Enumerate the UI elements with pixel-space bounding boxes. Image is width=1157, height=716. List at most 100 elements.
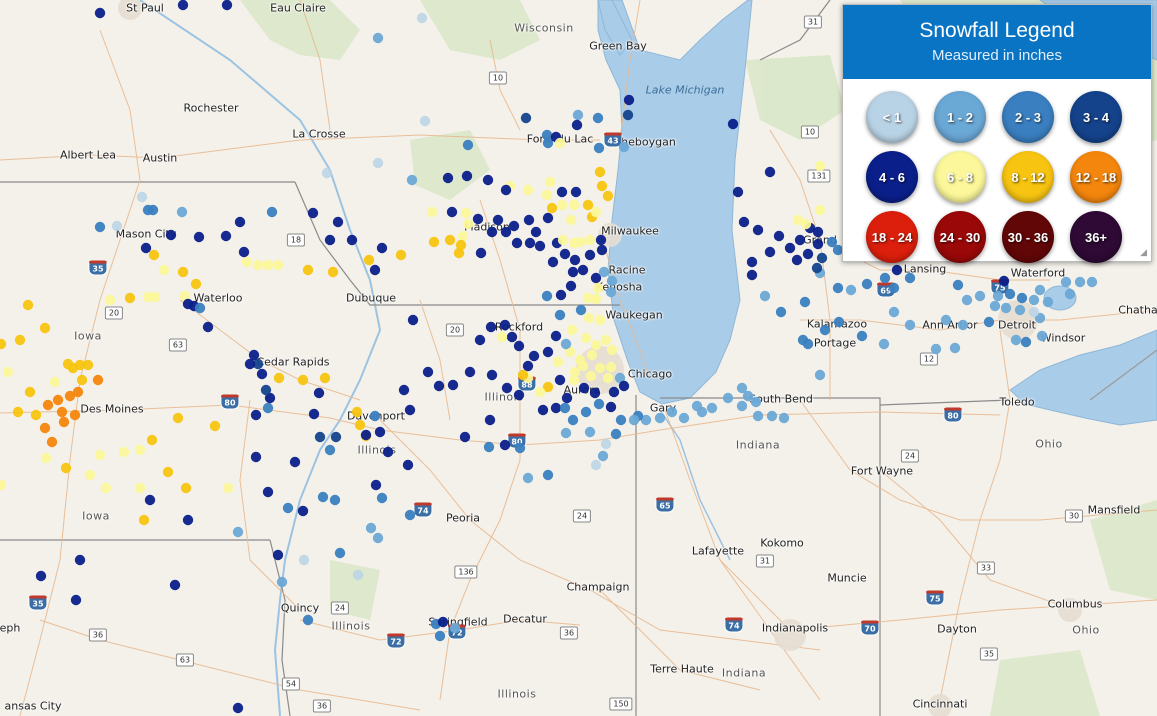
snowfall-point[interactable]	[351, 406, 363, 418]
legend-swatch[interactable]: 4 - 6	[866, 151, 918, 203]
snowfall-point[interactable]	[517, 369, 529, 381]
snowfall-point[interactable]	[499, 439, 511, 451]
snowfall-point[interactable]	[104, 294, 116, 306]
snowfall-point[interactable]	[590, 293, 602, 305]
snowfall-point[interactable]	[165, 229, 177, 241]
snowfall-point[interactable]	[904, 319, 916, 331]
snowfall-point[interactable]	[194, 302, 206, 314]
snowfall-point[interactable]	[600, 438, 612, 450]
snowfall-point[interactable]	[273, 372, 285, 384]
snowfall-point[interactable]	[575, 304, 587, 316]
snowfall-point[interactable]	[759, 290, 771, 302]
snowfall-point[interactable]	[262, 486, 274, 498]
snowfall-point[interactable]	[590, 459, 602, 471]
snowfall-point[interactable]	[794, 234, 806, 246]
snowfall-point[interactable]	[209, 420, 221, 432]
snowfall-point[interactable]	[528, 350, 540, 362]
snowfall-point[interactable]	[464, 366, 476, 378]
snowfall-point[interactable]	[814, 369, 826, 381]
snowfall-point[interactable]	[262, 402, 274, 414]
snowfall-point[interactable]	[94, 449, 106, 461]
snowfall-point[interactable]	[957, 319, 969, 331]
snowfall-point[interactable]	[321, 167, 333, 179]
snowfall-point[interactable]	[428, 236, 440, 248]
snowfall-point[interactable]	[372, 532, 384, 544]
snowfall-point[interactable]	[234, 216, 246, 228]
snowfall-point[interactable]	[250, 451, 262, 463]
snowfall-point[interactable]	[94, 7, 106, 19]
snowfall-point[interactable]	[138, 514, 150, 526]
snowfall-point[interactable]	[583, 312, 595, 324]
snowfall-point[interactable]	[961, 294, 973, 306]
snowfall-point[interactable]	[752, 224, 764, 236]
snowfall-point[interactable]	[506, 331, 518, 343]
snowfall-point[interactable]	[260, 384, 272, 396]
snowfall-point[interactable]	[492, 214, 504, 226]
snowfall-point[interactable]	[752, 410, 764, 422]
snowfall-point[interactable]	[69, 409, 81, 421]
legend-swatch[interactable]: 18 - 24	[866, 211, 918, 263]
snowfall-point[interactable]	[46, 436, 58, 448]
snowfall-point[interactable]	[514, 442, 526, 454]
snowfall-point[interactable]	[584, 426, 596, 438]
snowfall-point[interactable]	[462, 139, 474, 151]
snowfall-point[interactable]	[1042, 296, 1054, 308]
snowfall-point[interactable]	[334, 547, 346, 559]
snowfall-point[interactable]	[298, 554, 310, 566]
snowfall-point[interactable]	[308, 408, 320, 420]
snowfall-point[interactable]	[327, 266, 339, 278]
snowfall-point[interactable]	[522, 472, 534, 484]
snowfall-point[interactable]	[750, 396, 762, 408]
snowfall-point[interactable]	[989, 300, 1001, 312]
snowfall-point[interactable]	[1004, 288, 1016, 300]
snowfall-point[interactable]	[736, 400, 748, 412]
snowfall-point[interactable]	[940, 314, 952, 326]
snowfall-point[interactable]	[778, 412, 790, 424]
snowfall-point[interactable]	[49, 376, 61, 388]
snowfall-point[interactable]	[602, 190, 614, 202]
snowfall-point[interactable]	[654, 412, 666, 424]
snowfall-point[interactable]	[998, 275, 1010, 287]
snowfall-point[interactable]	[496, 331, 508, 343]
snowfall-point[interactable]	[513, 389, 525, 401]
snowfall-point[interactable]	[1000, 302, 1012, 314]
snowfall-point[interactable]	[802, 338, 814, 350]
snowfall-point[interactable]	[146, 434, 158, 446]
snowfall-point[interactable]	[406, 174, 418, 186]
snowfall-point[interactable]	[1016, 292, 1028, 304]
snowfall-point[interactable]	[556, 186, 568, 198]
snowfall-point[interactable]	[434, 630, 446, 642]
snowfall-point[interactable]	[426, 206, 438, 218]
snowfall-point[interactable]	[773, 230, 785, 242]
legend-swatch[interactable]: 1 - 2	[934, 91, 986, 143]
snowfall-point[interactable]	[513, 340, 525, 352]
snowfall-point[interactable]	[554, 309, 566, 321]
snowfall-point[interactable]	[484, 414, 496, 426]
snowfall-point[interactable]	[791, 254, 803, 266]
snowfall-point[interactable]	[833, 316, 845, 328]
snowfall-point[interactable]	[585, 370, 597, 382]
snowfall-point[interactable]	[317, 491, 329, 503]
snowfall-point[interactable]	[64, 390, 76, 402]
legend-swatch[interactable]: 12 - 18	[1070, 151, 1122, 203]
snowfall-point[interactable]	[457, 230, 469, 242]
snowfall-point[interactable]	[134, 482, 146, 494]
snowfall-point[interactable]	[369, 264, 381, 276]
snowfall-point[interactable]	[14, 334, 26, 346]
snowfall-point[interactable]	[605, 401, 617, 413]
snowfall-point[interactable]	[1010, 334, 1022, 346]
snowfall-point[interactable]	[297, 374, 309, 386]
snowfall-point[interactable]	[952, 279, 964, 291]
snowfall-point[interactable]	[534, 240, 546, 252]
snowfall-point[interactable]	[565, 280, 577, 292]
snowfall-point[interactable]	[766, 410, 778, 422]
snowfall-point[interactable]	[949, 342, 961, 354]
snowfall-point[interactable]	[524, 237, 536, 249]
snowfall-point[interactable]	[369, 410, 381, 422]
snowfall-point[interactable]	[248, 349, 260, 361]
snowfall-point[interactable]	[256, 368, 268, 380]
snowfall-point[interactable]	[60, 462, 72, 474]
snowfall-point[interactable]	[578, 382, 590, 394]
snowfall-point[interactable]	[241, 256, 253, 268]
snowfall-point[interactable]	[433, 380, 445, 392]
